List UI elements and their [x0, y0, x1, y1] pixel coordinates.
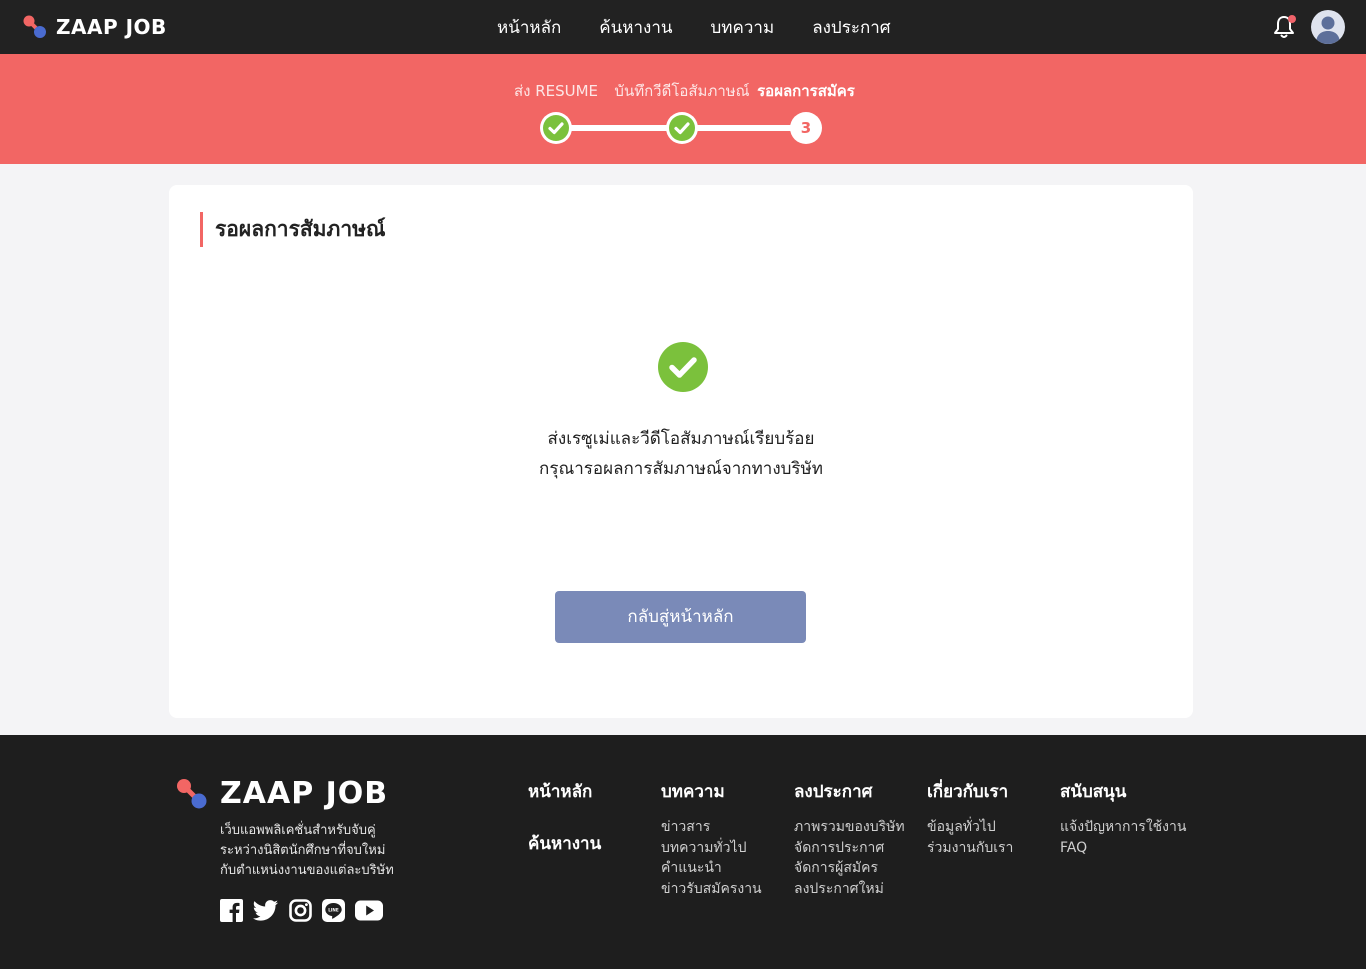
footer-brand-name: ZAAP JOB	[220, 776, 389, 811]
notification-badge	[1288, 15, 1296, 23]
footer-heading-about[interactable]: เกี่ยวกับเรา	[927, 778, 1013, 805]
line-icon[interactable]: LINE	[322, 899, 345, 922]
footer-link-faq[interactable]: FAQ	[1060, 838, 1186, 859]
social-links: LINE	[220, 899, 394, 922]
footer-brand-logo[interactable]: ZAAP JOB	[176, 776, 388, 811]
step-label-video: บันทึกวีดีโอสัมภาษณ์	[614, 82, 750, 100]
step-3-current: 3	[790, 112, 822, 144]
footer-link-find-jobs[interactable]: ค้นหางาน	[528, 830, 601, 857]
footer-col-post: ลงประกาศ ภาพรวมของบริษัท จัดการประกาศ จั…	[794, 778, 905, 899]
footer-desc-line: กับตำแหน่งงานของแต่ละบริษัท	[220, 863, 394, 878]
footer-link-new-post[interactable]: ลงประกาศใหม่	[794, 879, 905, 900]
main-nav: หน้าหลัก ค้นหางาน บทความ ลงประกาศ	[497, 0, 929, 54]
footer-col-support: สนับสนุน แจ้งปัญหาการใช้งาน FAQ	[1060, 778, 1186, 858]
footer-col-main: หน้าหลัก ค้นหางาน	[528, 778, 601, 857]
instagram-icon[interactable]	[289, 899, 312, 922]
logo-mark-icon	[23, 15, 46, 38]
site-footer: ZAAP JOB เว็บแอพพลิเคชั่นสำหรับจับคู่ ระ…	[0, 735, 1366, 969]
top-navbar: ZAAP JOB หน้าหลัก ค้นหางาน บทความ ลงประก…	[0, 0, 1366, 54]
check-icon	[548, 122, 564, 135]
footer-link-report-problem[interactable]: แจ้งปัญหาการใช้งาน	[1060, 817, 1186, 838]
step-label-resume: ส่ง RESUME	[513, 82, 599, 100]
notification-button[interactable]	[1272, 14, 1296, 40]
application-progress: ส่ง RESUME บันทึกวีดีโอสัมภาษณ์ รอผลการส…	[0, 54, 1366, 164]
wait-message: กรุณารอผลการสัมภาษณ์จากทางบริษัท	[539, 459, 823, 479]
footer-link-job-news[interactable]: ข่าวรับสมัครงาน	[661, 879, 762, 900]
facebook-icon[interactable]	[220, 899, 243, 922]
success-check-icon	[658, 342, 708, 392]
twitter-icon[interactable]	[253, 899, 279, 922]
nav-item-articles[interactable]: บทความ	[711, 14, 775, 41]
step-1-done	[540, 112, 572, 144]
footer-link-manage-posts[interactable]: จัดการประกาศ	[794, 838, 905, 859]
youtube-icon[interactable]	[355, 900, 384, 921]
footer-desc-line: เว็บแอพพลิเคชั่นสำหรับจับคู่	[220, 823, 376, 838]
logo-mark-icon	[177, 778, 207, 808]
footer-heading-articles[interactable]: บทความ	[661, 778, 762, 805]
back-to-home-button[interactable]: กลับสู่หน้าหลัก	[555, 591, 806, 643]
success-message: ส่งเรซูเม่และวีดีโอสัมภาษณ์เรียบร้อย	[547, 429, 815, 449]
footer-link-home[interactable]: หน้าหลัก	[528, 778, 601, 805]
footer-link-advice[interactable]: คำแนะนำ	[661, 858, 762, 879]
brand-name: ZAAP JOB	[56, 15, 167, 39]
check-icon	[674, 122, 690, 135]
brand-logo[interactable]: ZAAP JOB	[22, 14, 167, 40]
footer-link-general-articles[interactable]: บทความทั่วไป	[661, 838, 762, 859]
step-2-done	[666, 112, 698, 144]
footer-link-manage-applicants[interactable]: จัดการผู้สมัคร	[794, 858, 905, 879]
footer-description: เว็บแอพพลิเคชั่นสำหรับจับคู่ ระหว่างนิสิ…	[220, 821, 394, 881]
footer-link-company-overview[interactable]: ภาพรวมของบริษัท	[794, 817, 905, 838]
avatar[interactable]	[1311, 10, 1345, 44]
footer-col-about: เกี่ยวกับเรา ข้อมูลทั่วไป ร่วมงานกับเรา	[927, 778, 1013, 858]
result-card: รอผลการสัมภาษณ์ ส่งเรซูเม่และวีดีโอสัมภา…	[169, 185, 1193, 718]
footer-link-careers[interactable]: ร่วมงานกับเรา	[927, 838, 1013, 859]
check-icon	[669, 357, 697, 378]
svg-text:LINE: LINE	[328, 907, 339, 912]
page-title: รอผลการสัมภาษณ์	[200, 212, 385, 247]
footer-desc-line: ระหว่างนิสิตนักศึกษาที่จบใหม่	[220, 843, 386, 858]
nav-item-find-jobs[interactable]: ค้นหางาน	[599, 14, 672, 41]
nav-item-post-job[interactable]: ลงประกาศ	[812, 14, 890, 41]
footer-link-general-info[interactable]: ข้อมูลทั่วไป	[927, 817, 1013, 838]
footer-heading-post[interactable]: ลงประกาศ	[794, 778, 905, 805]
footer-col-articles: บทความ ข่าวสาร บทความทั่วไป คำแนะนำ ข่าว…	[661, 778, 762, 899]
footer-heading-support[interactable]: สนับสนุน	[1060, 778, 1186, 805]
user-avatar-icon	[1316, 16, 1340, 44]
footer-link-news[interactable]: ข่าวสาร	[661, 817, 762, 838]
step-label-result: รอผลการสมัคร	[757, 82, 855, 100]
nav-item-home[interactable]: หน้าหลัก	[497, 14, 561, 41]
